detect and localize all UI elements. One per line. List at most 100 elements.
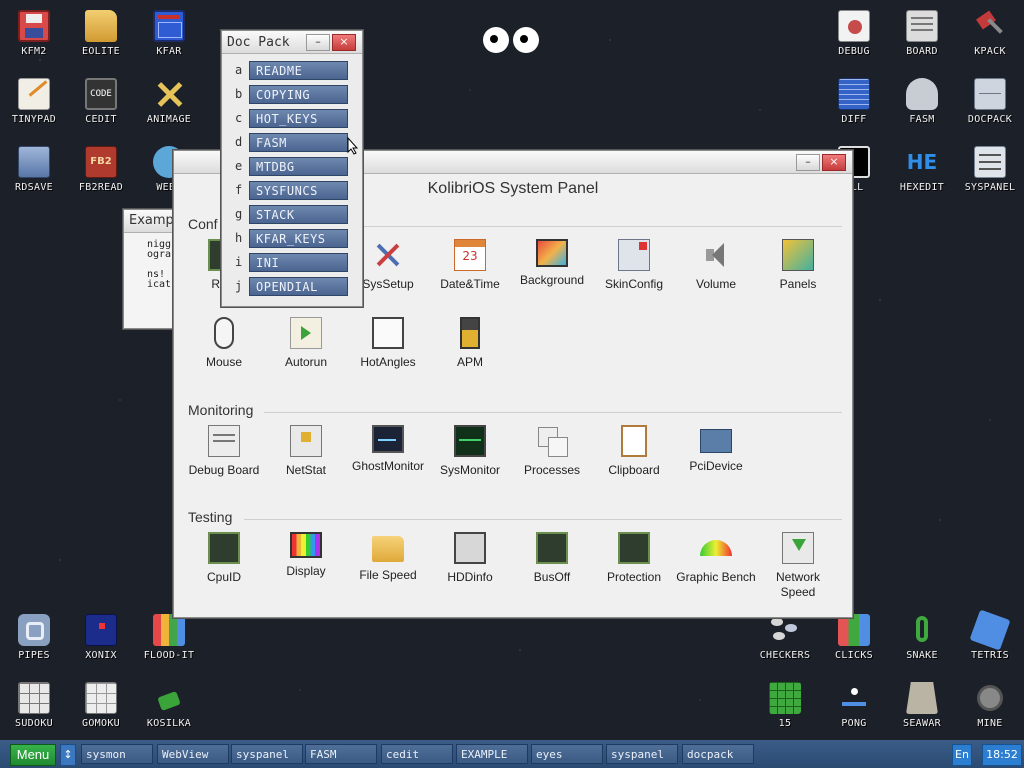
desktop-icon-debug[interactable]: DEBUG bbox=[820, 10, 888, 57]
doc-key: e bbox=[235, 159, 243, 173]
desktop-icon-pong[interactable]: PONG bbox=[820, 682, 888, 729]
panel-item-volume[interactable]: Volume bbox=[676, 239, 756, 292]
doc-button-readme[interactable]: README bbox=[249, 61, 348, 80]
desktop-icon-15[interactable]: 15 bbox=[751, 682, 819, 729]
taskbar-item[interactable]: eyes bbox=[531, 744, 603, 764]
taskbar-item[interactable]: syspanel bbox=[231, 744, 303, 764]
ship-icon bbox=[906, 682, 938, 714]
desktop-icon-kfm2[interactable]: KFM2 bbox=[0, 10, 68, 57]
doc-button-fasm[interactable]: FASM bbox=[249, 133, 348, 152]
desktop-icon-label: DOCPACK bbox=[967, 114, 1013, 125]
taskbar-item[interactable]: sysmon bbox=[81, 744, 153, 764]
panel-item-clipboard[interactable]: Clipboard bbox=[594, 425, 674, 478]
desktop-icon-gomoku[interactable]: GOMOKU bbox=[67, 682, 135, 729]
desktop-icon-kpack[interactable]: KPACK bbox=[956, 10, 1024, 57]
mine-icon bbox=[974, 682, 1006, 714]
panel-item-processes[interactable]: Processes bbox=[512, 425, 592, 478]
desktop-icon-snake[interactable]: SNAKE bbox=[888, 614, 956, 661]
xonix-icon bbox=[85, 614, 117, 646]
sysmonitor-icon bbox=[454, 425, 486, 457]
taskbar-item[interactable]: EXAMPLE bbox=[456, 744, 528, 764]
desktop-icon-animage[interactable]: ANIMAGE bbox=[135, 78, 203, 125]
doc-button-mtdbg[interactable]: MTDBG bbox=[249, 157, 348, 176]
doc-button-sysfuncs[interactable]: SYSFUNCS bbox=[249, 181, 348, 200]
panel-item-datetime[interactable]: 23 Date&Time bbox=[430, 239, 510, 292]
minimize-button[interactable]: – bbox=[306, 34, 330, 51]
fasm-icon bbox=[906, 78, 938, 110]
doc-button-kfar-keys[interactable]: KFAR_KEYS bbox=[249, 229, 348, 248]
taskbar-item[interactable]: WebView bbox=[157, 744, 229, 764]
hdd-icon bbox=[454, 532, 486, 564]
panel-item-hddinfo[interactable]: HDDinfo bbox=[430, 532, 510, 585]
desktop-icon-label: SNAKE bbox=[906, 650, 938, 661]
language-indicator[interactable]: En bbox=[952, 744, 972, 766]
desktop-icon-clicks[interactable]: CLICKS bbox=[820, 614, 888, 661]
desktop-icon-checkers[interactable]: CHECKERS bbox=[751, 614, 819, 661]
panel-item-mouse[interactable]: Mouse bbox=[184, 317, 264, 370]
panel-item-display[interactable]: Display bbox=[266, 532, 346, 579]
desktop-icon-kfar[interactable]: KFAR bbox=[135, 10, 203, 57]
grid-color-icon bbox=[153, 614, 185, 646]
panel-item-networkspeed[interactable]: Network Speed bbox=[758, 532, 838, 600]
panel-item-skinconfig[interactable]: SkinConfig bbox=[594, 239, 674, 292]
taskbar-item[interactable]: cedit bbox=[381, 744, 453, 764]
taskbar-item[interactable]: syspanel bbox=[606, 744, 678, 764]
desktop-icon-eolite[interactable]: EOLITE bbox=[67, 10, 135, 57]
desktop-icon-rdsave[interactable]: RDSAVE bbox=[0, 146, 68, 193]
panel-item-graphicbench[interactable]: Graphic Bench bbox=[676, 532, 756, 585]
hammer-icon bbox=[974, 10, 1006, 42]
taskbar-item[interactable]: docpack bbox=[682, 744, 754, 764]
panel-item-background[interactable]: Background bbox=[512, 239, 592, 288]
panel-item-apm[interactable]: APM bbox=[430, 317, 510, 370]
swap-icon[interactable]: ↕ bbox=[60, 744, 76, 766]
desktop-icon-tetris[interactable]: TETRIS bbox=[956, 609, 1024, 661]
clock[interactable]: 18:52 bbox=[982, 744, 1022, 766]
desktop-icon-floodit[interactable]: FLOOD-IT bbox=[135, 614, 203, 661]
panel-item-debugboard[interactable]: Debug Board bbox=[184, 425, 264, 478]
doc-key: a bbox=[235, 63, 243, 77]
panel-item-protection[interactable]: Protection bbox=[594, 532, 674, 585]
desktop-icon-label: SYSPANEL bbox=[964, 182, 1016, 193]
panel-item-ghostmonitor[interactable]: GhostMonitor bbox=[348, 425, 428, 474]
doc-button-ini[interactable]: INI bbox=[249, 253, 348, 272]
close-button[interactable]: × bbox=[822, 154, 846, 171]
doc-button-copying[interactable]: COPYING bbox=[249, 85, 348, 104]
doc-button-opendial[interactable]: OPENDIAL bbox=[249, 277, 348, 296]
desktop-icon-syspanel[interactable]: SYSPANEL bbox=[956, 146, 1024, 193]
desktop-icon-xonix[interactable]: XONIX bbox=[67, 614, 135, 661]
desktop-icon-board[interactable]: BOARD bbox=[888, 10, 956, 57]
desktop-icon-sudoku[interactable]: SUDOKU bbox=[0, 682, 68, 729]
doc-button-hot-keys[interactable]: HOT_KEYS bbox=[249, 109, 348, 128]
desktop-icon-fasm[interactable]: FASM bbox=[888, 78, 956, 125]
desktop-icon-mine[interactable]: MINE bbox=[956, 682, 1024, 729]
sudoku-icon bbox=[18, 682, 50, 714]
panel-item-busoff[interactable]: BusOff bbox=[512, 532, 592, 585]
docpack-window[interactable]: Doc Pack – × a README b COPYING c HOT_KEYS … bbox=[221, 30, 363, 307]
panel-item-panels[interactable]: Panels bbox=[758, 239, 838, 292]
desktop-icon-hexedit[interactable]: HE HEXEDIT bbox=[888, 146, 956, 193]
desktop-icon-pipes[interactable]: PIPES bbox=[0, 614, 68, 661]
panel-item-cpuid[interactable]: CpuID bbox=[184, 532, 264, 585]
desktop-icon-seawar[interactable]: SEAWAR bbox=[888, 682, 956, 729]
panel-item-sysmonitor[interactable]: SysMonitor bbox=[430, 425, 510, 478]
desktop-icon-docpack[interactable]: DOCPACK bbox=[956, 78, 1024, 125]
close-button[interactable]: × bbox=[332, 34, 356, 51]
desktop-icon-tinypad[interactable]: TINYPAD bbox=[0, 78, 68, 125]
doc-button-stack[interactable]: STACK bbox=[249, 205, 348, 224]
panel-item-netstat[interactable]: NetStat bbox=[266, 425, 346, 478]
panel-item-filespeed[interactable]: File Speed bbox=[348, 532, 428, 583]
desktop-icon-kosilka[interactable]: KOSILKA bbox=[135, 682, 203, 729]
taskbar-item[interactable]: FASM bbox=[305, 744, 377, 764]
minimize-button[interactable]: – bbox=[796, 154, 820, 171]
panel-item-hotangles[interactable]: HotAngles bbox=[348, 317, 428, 370]
desktop-icon-fb2read[interactable]: FB2 FB2READ bbox=[67, 146, 135, 193]
panel-item-pcidevice[interactable]: PciDevice bbox=[676, 425, 756, 474]
mouse-cursor-icon bbox=[347, 137, 359, 155]
board-icon bbox=[906, 10, 938, 42]
menu-button[interactable]: Menu bbox=[10, 744, 56, 766]
desktop-icon-diff[interactable]: DIFF bbox=[820, 78, 888, 125]
gauge-icon bbox=[700, 532, 732, 564]
panel-item-autorun[interactable]: Autorun bbox=[266, 317, 346, 370]
docpack-titlebar[interactable]: Doc Pack – × bbox=[222, 31, 362, 54]
desktop-icon-cedit[interactable]: CODE CEDIT bbox=[67, 78, 135, 125]
